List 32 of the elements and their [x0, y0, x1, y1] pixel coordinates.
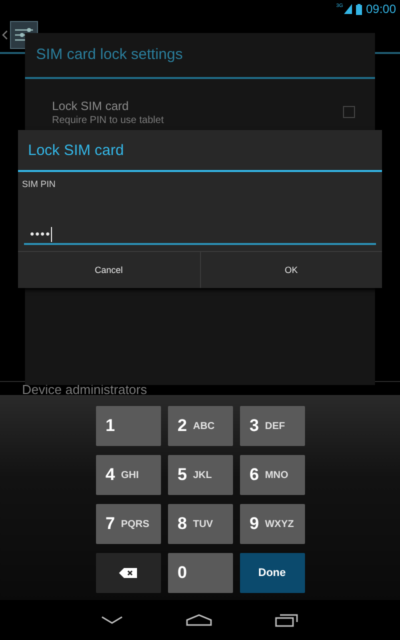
key[interactable]: 4 GHI	[96, 455, 160, 495]
option-description: Require PIN to use tablet	[52, 115, 165, 126]
back-button[interactable]	[101, 616, 124, 624]
key[interactable]: 8 TUV	[168, 504, 232, 544]
field-label: SIM PIN	[21, 178, 57, 189]
backspace-icon	[119, 568, 137, 578]
pin-field[interactable]: ••••	[24, 225, 376, 245]
recents-button[interactable]	[274, 613, 299, 627]
dialog-title: SIM card lock settings	[25, 33, 375, 79]
key[interactable]: 7 PQRS	[96, 504, 160, 544]
cancel-button[interactable]: Cancel	[18, 252, 200, 288]
key[interactable]: 9 WXYZ	[240, 504, 304, 544]
key[interactable]: 0	[168, 553, 232, 593]
home-icon	[186, 614, 212, 626]
dialog-title: Lock SIM card	[18, 130, 382, 172]
key[interactable]: 2 ABC	[168, 406, 232, 446]
key[interactable]: 3 DEF	[240, 406, 304, 446]
option-label: Lock SIM card	[52, 99, 130, 113]
backspace-key[interactable]	[96, 553, 160, 593]
recents-icon	[274, 613, 299, 627]
key[interactable]: 1	[96, 406, 160, 446]
key[interactable]: 5 JKL	[168, 455, 232, 495]
ok-button[interactable]: OK	[200, 252, 382, 288]
home-button[interactable]	[186, 614, 212, 626]
battery-icon	[356, 4, 362, 14]
checkbox[interactable]	[343, 106, 355, 118]
key[interactable]: 6 MNO	[240, 455, 304, 495]
done-key[interactable]: Done	[240, 553, 304, 593]
chevron-down-icon	[101, 616, 124, 624]
back-chevron-icon[interactable]	[2, 30, 8, 40]
signal-icon	[344, 4, 352, 14]
clock: 09:00	[366, 2, 396, 16]
